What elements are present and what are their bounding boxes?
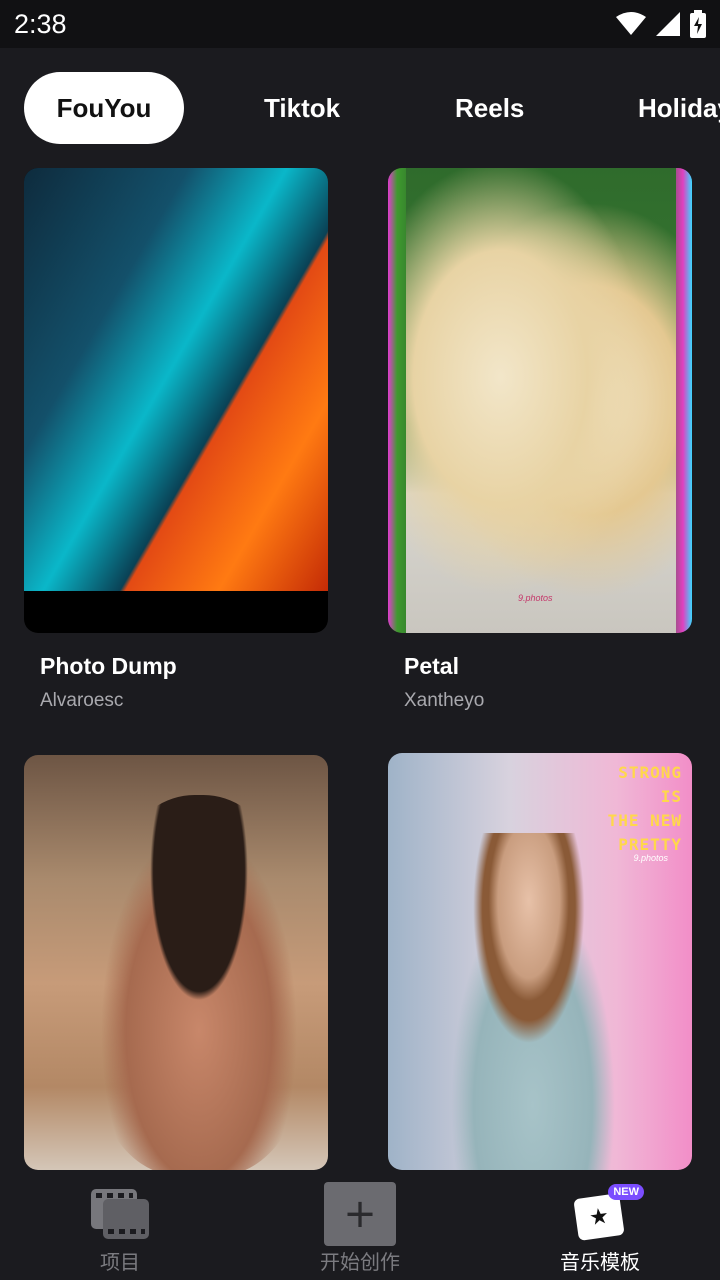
template-card-photo-dump[interactable]: Photo Dump Alvaroesc (24, 168, 328, 712)
template-author: Alvaroesc (40, 690, 124, 711)
status-icons (616, 10, 706, 38)
star-icon: ★ (573, 1193, 625, 1241)
template-thumbnail[interactable] (24, 755, 328, 1170)
nav-templates[interactable]: ★ NEW 音乐模板 (520, 1170, 680, 1280)
tab-holiday[interactable]: Holiday (638, 72, 720, 144)
template-grid: Photo Dump Alvaroesc 9.photos Petal Xant… (0, 160, 720, 1170)
template-star-icon: ★ NEW (572, 1184, 644, 1241)
thumbnail-overlay-text: STRONG IS THE NEW PRETTY (608, 761, 682, 857)
thumbnail-image (84, 795, 314, 1170)
template-thumbnail[interactable] (24, 168, 328, 633)
wifi-icon (616, 12, 646, 35)
watermark: 9.photos (633, 853, 668, 863)
nav-projects-label: 项目 (100, 1252, 140, 1274)
status-bar: 2:38 (0, 0, 720, 48)
cellular-signal-icon (656, 12, 680, 36)
bottom-nav: 项目 + 开始创作 ★ NEW 音乐模板 (0, 1170, 720, 1280)
template-author: Xantheyo (404, 690, 485, 711)
plus-icon: + (324, 1182, 396, 1246)
template-title: Petal (404, 653, 459, 679)
thumbnail-image (24, 168, 328, 591)
nav-templates-icon-wrap: ★ NEW (572, 1184, 644, 1244)
overlay-line: THE NEW (607, 811, 682, 830)
nav-projects[interactable]: 项目 (40, 1170, 200, 1280)
category-tabs: FouYou Tiktok Reels Holiday (0, 48, 720, 158)
thumbnail-image (406, 168, 676, 633)
battery-charging-icon (690, 10, 706, 38)
template-thumbnail[interactable]: STRONG IS THE NEW PRETTY 9.photos (388, 753, 692, 1170)
watermark: 9.photos (518, 593, 553, 603)
nav-create-label: 开始创作 (320, 1252, 400, 1274)
nav-create[interactable]: + 开始创作 (280, 1170, 440, 1280)
template-card-3[interactable] (24, 755, 328, 1170)
thumbnail-image (428, 833, 638, 1170)
nav-create-icon-wrap: + (324, 1182, 396, 1246)
template-card-petal[interactable]: 9.photos Petal Xantheyo (388, 168, 692, 712)
tab-tiktok[interactable]: Tiktok (264, 72, 340, 144)
template-title: Photo Dump (40, 653, 177, 679)
template-thumbnail[interactable]: 9.photos (388, 168, 692, 633)
film-icon (91, 1184, 149, 1244)
nav-templates-label: 音乐模板 (560, 1252, 640, 1274)
template-card-4[interactable]: STRONG IS THE NEW PRETTY 9.photos (388, 753, 692, 1170)
overlay-line: STRONG (618, 763, 682, 782)
tab-fouyou[interactable]: FouYou (24, 72, 184, 144)
tab-reels[interactable]: Reels (455, 72, 524, 144)
overlay-line: IS (660, 787, 682, 806)
status-time: 2:38 (14, 8, 67, 39)
new-badge: NEW (608, 1184, 644, 1200)
